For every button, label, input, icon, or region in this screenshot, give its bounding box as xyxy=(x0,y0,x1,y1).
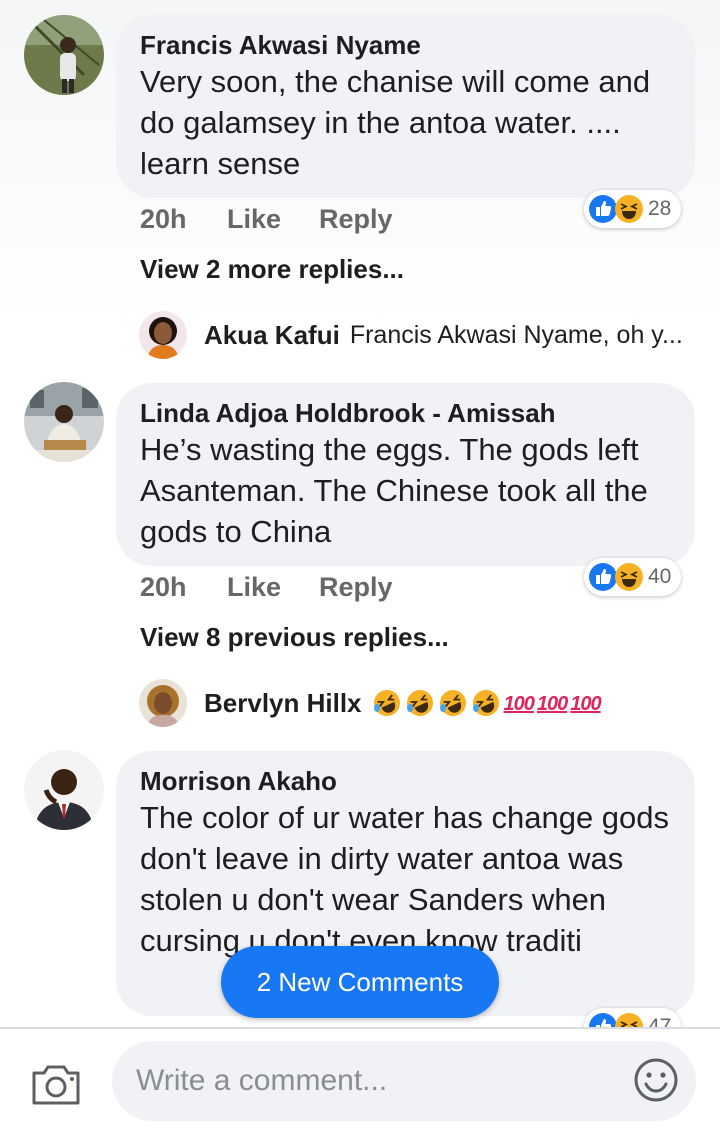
reply-author[interactable]: Bervlyn Hillx xyxy=(204,683,362,723)
reply-author[interactable]: Akua Kafui xyxy=(204,315,340,355)
comment-composer xyxy=(0,1027,720,1131)
comment-time[interactable]: 20h xyxy=(140,199,187,239)
comment-author[interactable]: Francis Akwasi Nyame xyxy=(140,29,671,61)
reply-button[interactable]: Reply xyxy=(319,199,393,239)
reaction-count: 40 xyxy=(648,565,672,588)
view-more-replies-link[interactable]: View 2 more replies... xyxy=(140,254,404,285)
rolling-laughing-emoji-icon xyxy=(373,690,400,717)
comment-author[interactable]: Linda Adjoa Holdbrook - Amissah xyxy=(140,397,671,429)
comment-input[interactable] xyxy=(112,1041,696,1121)
comment-feed[interactable]: Francis Akwasi Nyame Very soon, the chan… xyxy=(0,0,720,1027)
comment-bubble[interactable]: Linda Adjoa Holdbrook - Amissah He’s was… xyxy=(116,383,695,566)
hundred-points-emoji-icon: 100 xyxy=(570,693,601,715)
comment-text: Very soon, the chanise will come and do … xyxy=(140,64,651,181)
avatar[interactable] xyxy=(139,679,187,727)
view-previous-replies-link[interactable]: View 8 previous replies... xyxy=(140,622,449,653)
avatar[interactable] xyxy=(24,750,104,830)
comment-text: He’s wasting the eggs. The gods left Asa… xyxy=(140,432,648,549)
like-button[interactable]: Like xyxy=(227,567,281,607)
reaction-count: 28 xyxy=(648,197,672,220)
comment-bubble[interactable]: Francis Akwasi Nyame Very soon, the chan… xyxy=(116,15,695,198)
hundred-points-emoji-icon: 100 xyxy=(536,693,568,715)
reaction-count: 47 xyxy=(648,1015,672,1027)
avatar[interactable] xyxy=(24,15,104,95)
camera-icon[interactable] xyxy=(30,1059,82,1107)
avatar[interactable] xyxy=(24,382,104,462)
haha-reaction-icon xyxy=(615,1013,643,1027)
reaction-summary[interactable]: 28 xyxy=(584,190,682,228)
comment-text: The color of ur water has change gods do… xyxy=(140,800,670,958)
smiley-icon[interactable] xyxy=(632,1056,680,1104)
haha-reaction-icon xyxy=(615,563,643,591)
reaction-summary[interactable]: 40 xyxy=(584,558,682,596)
rolling-laughing-emoji-icon xyxy=(472,690,499,717)
reply-text: Francis Akwasi Nyame, oh y... xyxy=(349,321,683,349)
avatar[interactable] xyxy=(139,311,187,359)
rolling-laughing-emoji-icon xyxy=(406,690,433,717)
reply-preview[interactable]: Bervlyn Hillx 100 100 100 xyxy=(204,683,604,723)
like-button[interactable]: Like xyxy=(227,199,281,239)
hundred-points-emoji-icon: 100 xyxy=(503,693,535,715)
reply-text: 100 100 100 xyxy=(372,682,604,724)
reply-button[interactable]: Reply xyxy=(319,567,393,607)
comment-author[interactable]: Morrison Akaho xyxy=(140,765,671,797)
new-comments-button[interactable]: 2 New Comments xyxy=(221,946,499,1018)
reaction-summary[interactable]: 47 xyxy=(584,1008,682,1027)
comment-time[interactable]: 20h xyxy=(140,567,187,607)
rolling-laughing-emoji-icon xyxy=(439,690,466,717)
reply-preview[interactable]: Akua Kafui Francis Akwasi Nyame, oh y... xyxy=(204,315,683,355)
haha-reaction-icon xyxy=(615,195,643,223)
